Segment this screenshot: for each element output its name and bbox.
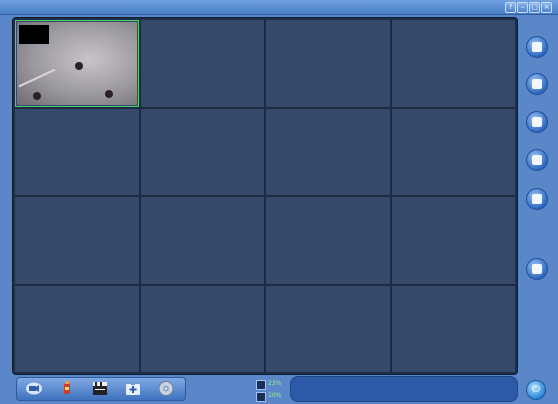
camera-spot	[105, 90, 113, 98]
video-grid	[15, 20, 515, 372]
video-cell[interactable]	[140, 20, 264, 107]
maximize-button[interactable]: □	[529, 2, 540, 13]
record-manager-glyph	[532, 194, 542, 204]
camera-icon[interactable]	[25, 381, 43, 396]
video-grid-frame	[12, 17, 518, 375]
video-cell[interactable]	[391, 20, 515, 107]
screen-switch-glyph	[532, 264, 542, 274]
status-log	[290, 376, 518, 402]
video-cell[interactable]	[391, 197, 515, 284]
video-cell[interactable]	[15, 108, 139, 195]
bottom-toolbar	[16, 377, 186, 401]
video-cell[interactable]	[140, 285, 264, 372]
camera-spot	[75, 62, 83, 70]
video-cell[interactable]	[391, 108, 515, 195]
clapperboard-icon[interactable]	[91, 381, 109, 396]
video-cell[interactable]	[266, 108, 390, 195]
minimize-button[interactable]: –	[517, 2, 528, 13]
video-cell[interactable]	[266, 285, 390, 372]
video-cell[interactable]	[15, 285, 139, 372]
monitor-config-glyph	[532, 117, 542, 127]
camera-stripe	[18, 68, 56, 88]
screen-switch-icon[interactable]	[526, 258, 548, 280]
globe-network-icon[interactable]	[526, 149, 548, 171]
video-cell[interactable]	[15, 197, 139, 284]
bottle-icon[interactable]	[58, 381, 76, 396]
monitor-config-icon[interactable]	[526, 111, 548, 133]
title-bar: ? – □ ×	[0, 0, 558, 15]
camera-overlay-block	[19, 25, 49, 44]
camera-feed	[17, 22, 137, 105]
cpu-percent: 23%	[268, 380, 282, 387]
video-cell[interactable]	[391, 285, 515, 372]
memory-icon	[256, 392, 266, 402]
memory-percent: 10%	[268, 392, 282, 399]
remote-playback-glyph	[532, 42, 542, 52]
video-cell[interactable]	[266, 20, 390, 107]
camera-dome-icon[interactable]	[526, 73, 548, 95]
globe-network-glyph	[532, 155, 542, 165]
camera-dome-glyph	[532, 79, 542, 89]
cpu-icon	[256, 380, 266, 390]
video-cell[interactable]	[140, 108, 264, 195]
camera-spot	[33, 92, 41, 100]
disk-icon[interactable]	[157, 381, 175, 396]
remote-playback-icon[interactable]	[526, 36, 548, 58]
record-manager-icon[interactable]	[526, 188, 548, 210]
video-cell[interactable]	[140, 197, 264, 284]
first-aid-icon[interactable]	[124, 381, 142, 396]
help-button[interactable]: ?	[505, 2, 516, 13]
close-button[interactable]: ×	[541, 2, 552, 13]
video-cell[interactable]	[266, 197, 390, 284]
power-icon[interactable]: ⏻	[526, 380, 546, 400]
video-cell[interactable]	[15, 20, 139, 107]
